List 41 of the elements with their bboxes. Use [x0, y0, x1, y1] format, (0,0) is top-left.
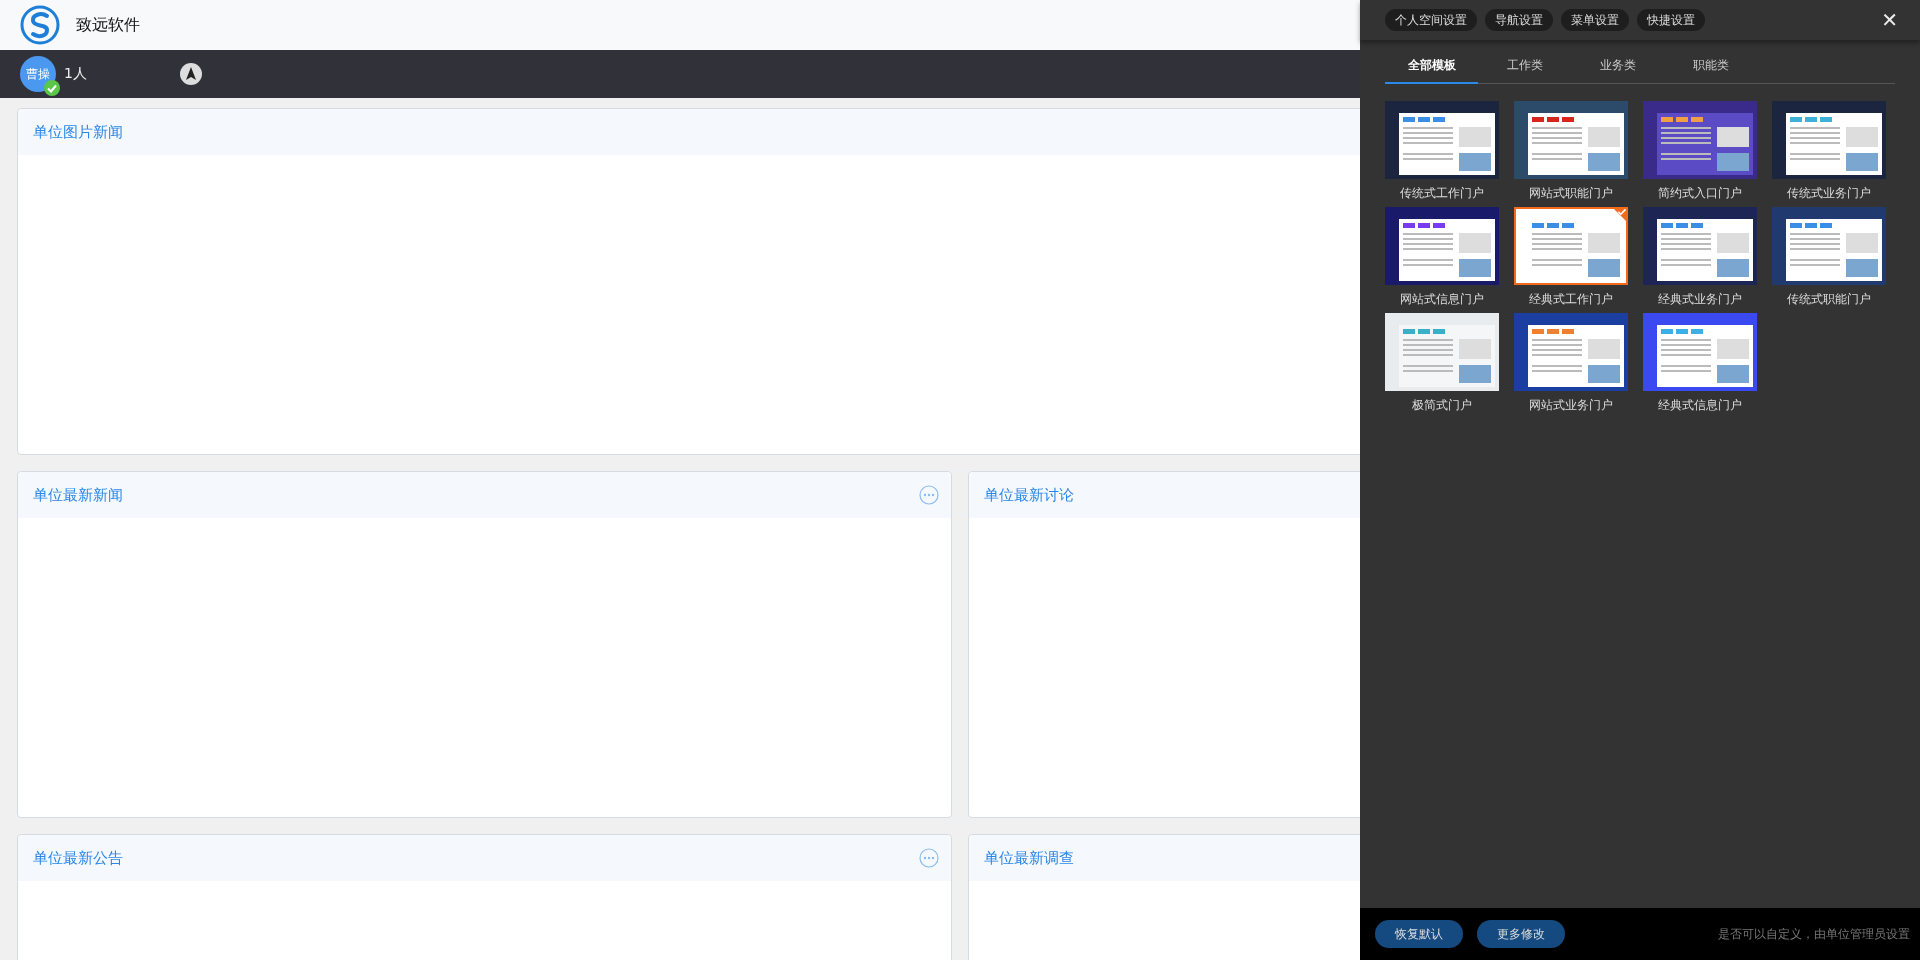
brand-name: 致远软件: [76, 14, 140, 36]
card-title: 单位最新新闻: [33, 485, 123, 505]
template-label: 传统式职能门户: [1787, 291, 1871, 307]
template-label: 网站式业务门户: [1529, 397, 1613, 413]
template-label: 极简式门户: [1412, 397, 1472, 413]
template-label: 传统式工作门户: [1400, 185, 1484, 201]
template-label: 经典式工作门户: [1529, 291, 1613, 307]
settings-button[interactable]: 个人空间设置: [1385, 9, 1477, 31]
category-tab[interactable]: 工作类: [1478, 48, 1571, 83]
close-button[interactable]: ✕: [1877, 8, 1902, 32]
card-title: 单位最新公告: [33, 848, 123, 868]
footer-button[interactable]: 更多修改: [1477, 920, 1565, 948]
template-preview[interactable]: [1643, 313, 1757, 391]
card-title: 单位最新讨论: [984, 485, 1074, 505]
category-tab[interactable]: 职能类: [1664, 48, 1757, 83]
template-preview[interactable]: [1385, 101, 1499, 179]
template-label: 传统式业务门户: [1787, 185, 1871, 201]
template-preview[interactable]: [1514, 313, 1628, 391]
card-title: 单位最新调查: [984, 848, 1074, 868]
category-tab[interactable]: 全部模板: [1385, 48, 1478, 84]
template-label: 简约式入口门户: [1658, 185, 1742, 201]
settings-button[interactable]: 快捷设置: [1637, 9, 1705, 31]
category-tab[interactable]: 业务类: [1571, 48, 1664, 83]
template-label: 网站式职能门户: [1529, 185, 1613, 201]
template-label: 经典式信息门户: [1658, 397, 1742, 413]
settings-button[interactable]: 菜单设置: [1561, 9, 1629, 31]
selected-check-icon: [1612, 207, 1628, 223]
template-preview[interactable]: [1643, 207, 1757, 285]
template-preview[interactable]: [1385, 207, 1499, 285]
template-preview[interactable]: [1643, 101, 1757, 179]
logo-icon: [20, 5, 60, 45]
template-preview[interactable]: [1514, 101, 1628, 179]
footer-button[interactable]: 恢复默认: [1375, 920, 1463, 948]
template-label: 经典式业务门户: [1658, 291, 1742, 307]
settings-button[interactable]: 导航设置: [1485, 9, 1553, 31]
template-label: 网站式信息门户: [1400, 291, 1484, 307]
template-preview[interactable]: [1772, 207, 1886, 285]
footer-note: 是否可以自定义，由单位管理员设置: [1718, 925, 1910, 943]
card-title: 单位图片新闻: [33, 122, 123, 142]
template-preview[interactable]: [1772, 101, 1886, 179]
online-count: 1人: [64, 65, 87, 83]
